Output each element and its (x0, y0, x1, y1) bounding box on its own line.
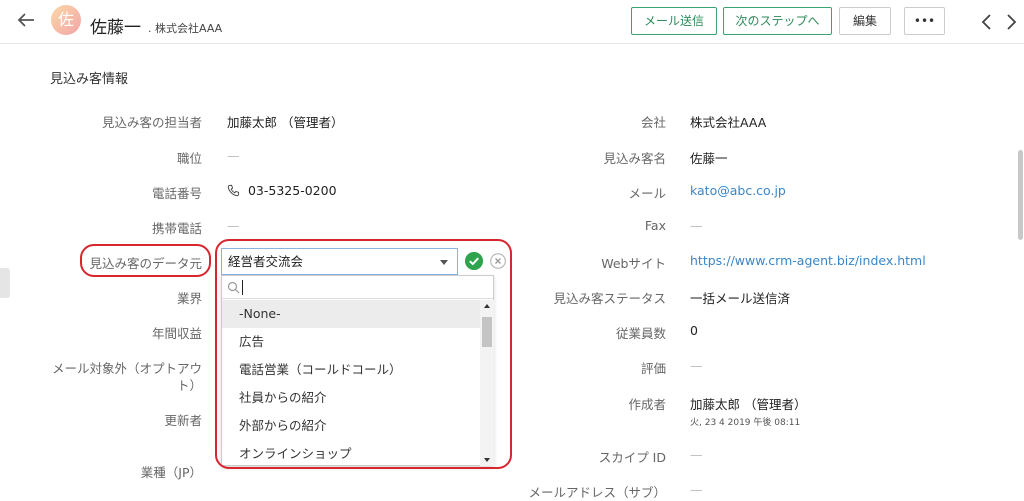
field-value-mobile: — (227, 218, 240, 233)
email-link[interactable]: kato@abc.co.jp (690, 183, 786, 198)
section-title: 見込み客情報 (50, 72, 129, 87)
field-value-lead-status: 一括メール送信済 (690, 291, 791, 306)
field-value-lead-name: 佐藤一 (690, 151, 728, 166)
field-label-created-by: 作成者 (628, 397, 666, 412)
field-label-fax: Fax (644, 218, 666, 233)
field-value-created-time: 火, 23 4 2019 午後 08:11 (690, 418, 801, 428)
next-record-icon[interactable] (1003, 12, 1019, 32)
more-options-button[interactable]: ••• (904, 7, 945, 35)
field-label-title: 職位 (176, 151, 202, 166)
field-value-skype-id: — (690, 447, 703, 462)
field-label-skype-id: スカイプ ID (598, 450, 666, 465)
previous-record-icon[interactable] (979, 12, 995, 32)
field-label-rating: 評価 (640, 361, 666, 376)
highlight-box-dropdown (215, 239, 512, 469)
field-label-modified-by: 更新者 (164, 413, 202, 428)
field-label-industry-jp: 業種（JP） (140, 465, 202, 480)
field-label-company: 会社 (640, 115, 666, 130)
field-label-email-opt-out-line2: ト） (176, 378, 202, 393)
field-label-secondary-email: メールアドレス（サブ） (528, 485, 666, 500)
field-label-industry: 業界 (176, 291, 202, 306)
field-value-fax: — (690, 218, 703, 233)
field-label-employees: 従業員数 (615, 326, 666, 341)
field-label-lead-owner: 見込み客の担当者 (101, 115, 202, 130)
field-value-created-by: 加藤太郎 （管理者） (690, 397, 807, 412)
field-value-phone: 03-5325-0200 (227, 183, 337, 198)
field-label-lead-status: 見込み客ステータス (553, 291, 666, 306)
avatar: 佐 (51, 5, 81, 35)
next-step-button[interactable]: 次のステップへ (723, 7, 832, 35)
phone-number[interactable]: 03-5325-0200 (248, 183, 337, 198)
field-value-employees: 0 (690, 323, 698, 338)
company-subtitle: . 株式会社AAA (148, 22, 223, 35)
field-label-lead-name: 見込み客名 (603, 151, 666, 166)
field-label-phone: 電話番号 (151, 186, 202, 201)
highlight-box-label (80, 244, 211, 277)
side-panel-toggle[interactable] (0, 268, 10, 298)
record-header: 佐 佐藤一 . 株式会社AAA メール送信 次のステップへ 編集 ••• (0, 0, 1024, 44)
page-scrollbar-thumb[interactable] (1018, 150, 1023, 240)
field-value-title: — (227, 148, 240, 163)
field-value-rating: — (690, 358, 703, 373)
field-label-mobile: 携帯電話 (151, 221, 202, 236)
field-label-website: Webサイト (601, 256, 666, 271)
edit-button[interactable]: 編集 (839, 7, 891, 35)
field-label-annual-revenue: 年間収益 (151, 326, 202, 341)
field-value-secondary-email: — (690, 482, 703, 497)
field-value-lead-owner: 加藤太郎 （管理者） (227, 115, 344, 130)
send-mail-button[interactable]: メール送信 (631, 7, 717, 35)
page-title: 佐藤一 (90, 18, 141, 38)
back-arrow-icon[interactable] (14, 8, 38, 32)
field-value-company: 株式会社AAA (690, 115, 767, 130)
website-link[interactable]: https://www.crm-agent.biz/index.html (690, 253, 926, 268)
phone-icon (227, 184, 240, 197)
field-label-email: メール (628, 186, 666, 201)
